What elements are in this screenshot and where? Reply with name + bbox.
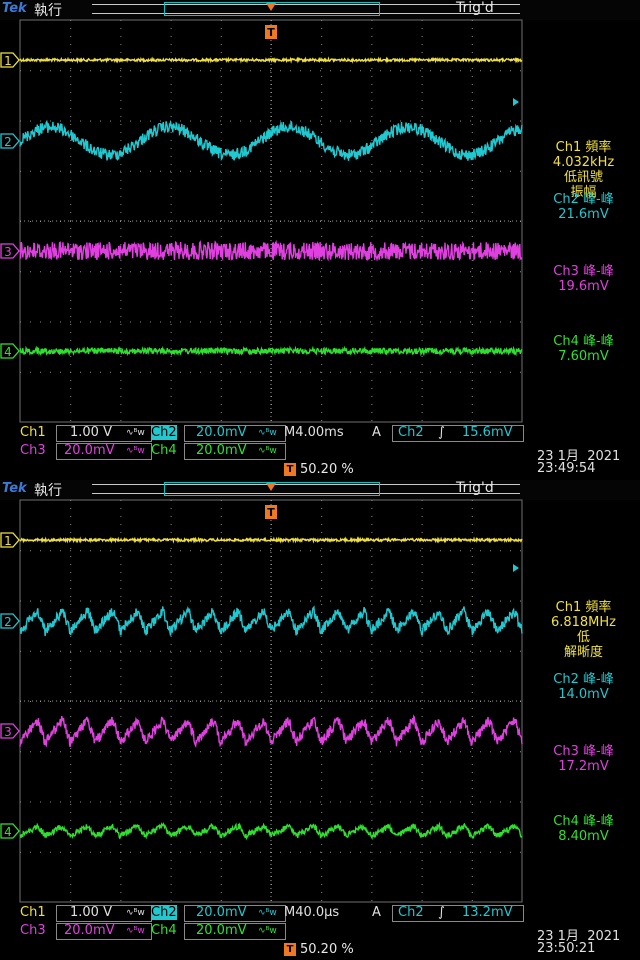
ch1-coupling: ∿ᴮw bbox=[126, 908, 145, 918]
measurement-label: Ch3 峰-峰 bbox=[553, 264, 614, 279]
time: 23:49:54 bbox=[537, 461, 596, 476]
ch1-trace bbox=[19, 536, 523, 544]
svg-text:T: T bbox=[267, 26, 275, 39]
trigger-slope-icon: ∫ bbox=[438, 905, 445, 920]
ch1-coupling: ∿ᴮw bbox=[126, 428, 145, 438]
trigger-level-marker[interactable] bbox=[513, 564, 519, 572]
trigger-slope-icon: ∫ bbox=[438, 425, 445, 440]
scope-screen-2: Tek 執行 Trig'd T 1 2 3 4 Ch1 頻率 6.818MHz 低解晰度 Ch2 峰-… bbox=[0, 480, 640, 960]
svg-text:3: 3 bbox=[4, 725, 12, 739]
settings-bar: Ch1 1.00 V ∿ᴮw Ch2 20.0mV ∿ᴮw M4.00ms A Ch2 ∫ 15.6… bbox=[0, 424, 640, 480]
svg-text:4: 4 bbox=[4, 345, 12, 359]
measurement-ch1: Ch1 頻率 4.032kHz 低訊號 振幅 bbox=[527, 140, 640, 200]
measurement-value: 17.2mV bbox=[558, 759, 609, 774]
measurement-label: Ch3 峰-峰 bbox=[553, 744, 614, 759]
svg-text:T: T bbox=[267, 506, 275, 519]
measurement-ch2: Ch2 峰-峰 14.0mV bbox=[527, 672, 640, 702]
trigger-position-arrow[interactable] bbox=[266, 483, 276, 491]
measurement-value: 7.60mV bbox=[558, 349, 609, 364]
ch3-label[interactable]: Ch3 bbox=[20, 923, 46, 938]
trigger-level-marker[interactable] bbox=[513, 98, 519, 106]
svg-text:2: 2 bbox=[4, 135, 12, 149]
measurement-ch1: Ch1 頻率 6.818MHz 低解晰度 bbox=[527, 600, 640, 660]
ch4-coupling: ∿ᴮw bbox=[258, 446, 277, 456]
measurement-value: 8.40mV bbox=[558, 829, 609, 844]
ch2-label[interactable]: Ch2 bbox=[151, 425, 177, 440]
measurement-note: 低 bbox=[576, 630, 590, 645]
timebase[interactable]: M40.0µs bbox=[284, 905, 339, 920]
trigger-mode: A bbox=[372, 905, 381, 920]
svg-text:4: 4 bbox=[4, 825, 12, 839]
trigger-position-arrow[interactable] bbox=[266, 3, 276, 11]
trigger-t-icon: T bbox=[284, 463, 296, 476]
svg-text:2: 2 bbox=[4, 615, 12, 629]
ch4-label[interactable]: Ch4 bbox=[151, 923, 177, 938]
ch1-scale[interactable]: 1.00 V bbox=[70, 905, 112, 920]
ch4-trace bbox=[19, 345, 523, 357]
trigger-level[interactable]: 15.6mV bbox=[462, 425, 513, 440]
measurement-value: 4.032kHz bbox=[552, 155, 615, 170]
measurement-note: 解晰度 bbox=[563, 645, 603, 660]
ch1-label[interactable]: Ch1 bbox=[20, 425, 46, 440]
ch3-scale[interactable]: 20.0mV bbox=[64, 443, 115, 458]
ch2-scale[interactable]: 20.0mV bbox=[196, 905, 247, 920]
measurement-value: 19.6mV bbox=[558, 279, 609, 294]
ch4-scale[interactable]: 20.0mV bbox=[196, 923, 247, 938]
ch3-coupling: ∿ᴮw bbox=[126, 926, 145, 936]
ch4-coupling: ∿ᴮw bbox=[258, 926, 277, 936]
trigger-mode: A bbox=[372, 425, 381, 440]
measurement-ch4: Ch4 峰-峰 8.40mV bbox=[527, 814, 640, 844]
ch1-scale[interactable]: 1.00 V bbox=[70, 425, 112, 440]
ch1-label[interactable]: Ch1 bbox=[20, 905, 46, 920]
measurement-ch3: Ch3 峰-峰 17.2mV bbox=[527, 744, 640, 774]
ch2-label[interactable]: Ch2 bbox=[151, 905, 177, 920]
measurement-label: Ch4 峰-峰 bbox=[553, 814, 614, 829]
ch2-trace bbox=[19, 119, 523, 162]
measurement-ch3: Ch3 峰-峰 19.6mV bbox=[527, 264, 640, 294]
ch3-scale[interactable]: 20.0mV bbox=[64, 923, 115, 938]
ch2-coupling: ∿ᴮw bbox=[258, 908, 277, 918]
trigger-position: T 50.20 % bbox=[284, 462, 354, 477]
scope-screen-1: Tek 執行 Trig'd T 1 2 3 4 Ch1 頻率 4.032kHz 低訊號 振幅 Ch2 峰… bbox=[0, 0, 640, 480]
trigger-position: T 50.20 % bbox=[284, 942, 354, 957]
trigger-level[interactable]: 13.2mV bbox=[462, 905, 513, 920]
timebase[interactable]: M4.00ms bbox=[284, 425, 344, 440]
svg-text:3: 3 bbox=[4, 245, 12, 259]
trigger-position-value: 50.20 % bbox=[300, 942, 354, 957]
trigger-t-icon: T bbox=[284, 943, 296, 956]
ch4-label[interactable]: Ch4 bbox=[151, 443, 177, 458]
ch3-coupling: ∿ᴮw bbox=[126, 446, 145, 456]
trigger-position-value: 50.20 % bbox=[300, 462, 354, 477]
svg-text:1: 1 bbox=[4, 534, 12, 548]
settings-bar: Ch1 1.00 V ∿ᴮw Ch2 20.0mV ∿ᴮw M40.0µs A Ch2 ∫ 13.2… bbox=[0, 904, 640, 960]
measurement-label: Ch1 頻率 bbox=[555, 600, 612, 615]
measurement-label: Ch1 頻率 bbox=[555, 140, 612, 155]
measurement-note: 低訊號 bbox=[563, 170, 603, 185]
trigger-source[interactable]: Ch2 bbox=[398, 905, 424, 920]
ch2-trace bbox=[19, 605, 523, 637]
measurement-value: 21.6mV bbox=[558, 207, 609, 222]
measurement-ch2: Ch2 峰-峰 21.6mV bbox=[527, 192, 640, 222]
ch4-scale[interactable]: 20.0mV bbox=[196, 443, 247, 458]
measurement-value: 6.818MHz bbox=[550, 615, 617, 630]
measurement-label: Ch2 峰-峰 bbox=[553, 672, 614, 687]
svg-text:1: 1 bbox=[4, 54, 12, 68]
measurement-label: Ch2 峰-峰 bbox=[553, 192, 614, 207]
ch2-coupling: ∿ᴮw bbox=[258, 428, 277, 438]
trigger-source[interactable]: Ch2 bbox=[398, 425, 424, 440]
measurement-label: Ch4 峰-峰 bbox=[553, 334, 614, 349]
measurement-value: 14.0mV bbox=[558, 687, 609, 702]
ch4-trace bbox=[19, 821, 523, 841]
ch1-trace bbox=[19, 56, 523, 64]
ch3-label[interactable]: Ch3 bbox=[20, 443, 46, 458]
time: 23:50:21 bbox=[537, 941, 596, 956]
ch2-scale[interactable]: 20.0mV bbox=[196, 425, 247, 440]
measurement-ch4: Ch4 峰-峰 7.60mV bbox=[527, 334, 640, 364]
